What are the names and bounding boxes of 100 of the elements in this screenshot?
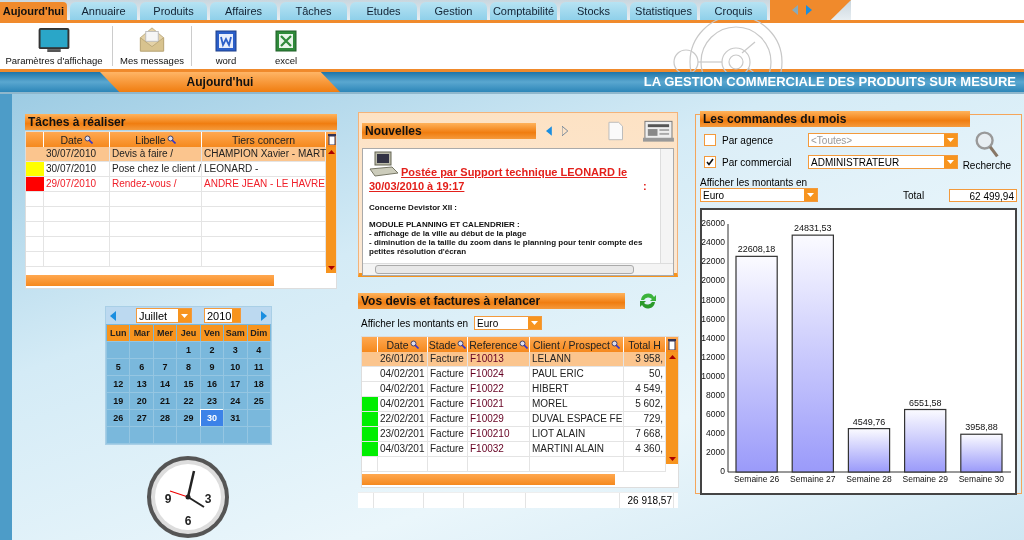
table-row[interactable]: 04/03/201 Facture F10032 MARTINI ALAIN 4 360, (362, 442, 666, 457)
previous-arrow-icon[interactable] (546, 126, 552, 136)
currency-select[interactable]: Euro (700, 188, 818, 202)
tick-label: 8000 (706, 389, 725, 400)
search-icon[interactable] (166, 135, 176, 144)
scrollbar[interactable] (363, 263, 673, 275)
search-icon[interactable] (518, 340, 528, 349)
field-label: Afficher les montants en (700, 177, 809, 188)
panel-title: Vos devis et factures à relancer (358, 293, 625, 309)
dropdown-arrow-icon[interactable] (531, 321, 539, 325)
scroll-up-icon[interactable] (327, 150, 335, 154)
document-icon[interactable] (607, 121, 624, 141)
table-cell: 30/07/2010 (44, 147, 110, 161)
tab[interactable]: Tâches (280, 2, 347, 20)
tab[interactable]: Etudes (350, 2, 417, 20)
table-row[interactable]: 26/01/201 Facture F10013 LELANN 3 958, (362, 352, 666, 367)
table-row[interactable]: 04/02/201 Facture F10021 MOREL 5 602, (362, 397, 666, 412)
panel-title: Tâches à réaliser (25, 114, 337, 130)
news-headline: Postée par Support technique LEONARD le 30/03/2010 à 19:17 : (369, 165, 648, 193)
table-row[interactable]: 29/07/2010 Rendez-vous / ANDRE JEAN - LE HAVRE (26, 177, 326, 192)
table-cell: 04/02/201 (378, 367, 428, 381)
panel-title: Les commandes du mois (700, 111, 970, 127)
refresh-icon[interactable] (638, 292, 658, 310)
section-tab[interactable]: Aujourd'hui (100, 72, 340, 92)
table-row[interactable]: 30/07/2010 Pose chez le client / LEONARD - (26, 162, 326, 177)
axis-label: Semaine 28 (846, 474, 892, 484)
checkbox-label: Par agence (722, 134, 775, 146)
news-link[interactable]: Postée par Support technique LEONARD le 30/03/2010 à 19:17 (369, 165, 640, 193)
table-row[interactable]: 23/02/201 Facture F100210 LIOT ALAIN 7 668, (362, 427, 666, 442)
panel-title: Nouvelles (362, 123, 537, 139)
magnifier-icon[interactable] (974, 131, 999, 158)
tab[interactable]: Comptabilité (490, 2, 557, 20)
toolbar-button[interactable]: Mes messages (117, 23, 187, 69)
table-cell: F10021 (468, 397, 530, 411)
table-row[interactable]: 22/02/201 Facture F10029 DUVAL ESPACE FE 729, (362, 412, 666, 427)
table-row[interactable]: 04/02/201 Facture F10024 PAUL ERIC 50, (362, 367, 666, 382)
table-row[interactable]: 04/02/201 Facture F10022 HIBERT 4 549, (362, 382, 666, 397)
table-cell: LIOT ALAIN (530, 427, 624, 441)
search-icon[interactable] (457, 340, 467, 349)
year-spinner[interactable]: 2010 (204, 308, 241, 323)
month-select[interactable]: Juillet (136, 308, 192, 323)
tick-label: 18000 (702, 294, 725, 305)
tab[interactable]: Affaires (210, 2, 277, 20)
tab[interactable]: Aujourd'hui (0, 2, 67, 20)
data-label: 6551,58 (908, 397, 942, 408)
next-arrow-icon[interactable] (806, 5, 812, 15)
dropdown-arrow-icon[interactable] (807, 193, 814, 197)
table-cell: Facture (428, 382, 468, 396)
news-text: - affichage de la ville au début de la plage (369, 229, 528, 238)
search-button[interactable]: Recherche (962, 131, 1011, 171)
weekday-label: Mer (153, 325, 177, 341)
dropdown-arrow-icon[interactable] (947, 160, 954, 164)
envelope-icon (137, 27, 167, 52)
tab[interactable]: Gestion (420, 2, 487, 20)
table-cell: Facture (428, 427, 468, 441)
table-cell: 26 918,57 (620, 493, 674, 508)
total-label: Total (903, 189, 925, 201)
dropdown-arrow-icon[interactable] (181, 313, 188, 318)
tab[interactable]: Croquis (700, 2, 767, 20)
search-icon[interactable] (409, 340, 419, 349)
toolbar-button[interactable]: word (196, 23, 256, 69)
previous-arrow-icon[interactable] (110, 310, 116, 321)
search-icon[interactable] (83, 135, 93, 144)
tick-label: 26000 (702, 218, 725, 229)
tab[interactable]: Produits (140, 2, 207, 20)
search-icon[interactable] (611, 340, 620, 349)
scroll-up-icon[interactable] (668, 355, 676, 359)
calendar-day[interactable]: 30 (200, 410, 224, 426)
scrollbar[interactable] (326, 147, 336, 273)
monitor-icon (37, 27, 71, 52)
currency-select[interactable]: Euro (474, 316, 543, 330)
scroll-down-icon[interactable] (327, 266, 335, 270)
delete-icon[interactable] (668, 339, 676, 350)
tab[interactable]: Statistiques (630, 2, 697, 20)
data-label: 22608,18 (737, 244, 776, 255)
next-arrow-icon[interactable] (261, 310, 267, 321)
delete-icon[interactable] (328, 134, 336, 145)
table-cell: 22/02/201 (378, 412, 428, 426)
weekday-label: Jeu (177, 325, 200, 341)
scroll-down-icon[interactable] (668, 457, 676, 461)
table-cell: Facture (428, 412, 468, 426)
toolbar-button[interactable]: Paramètres d'affichage (0, 23, 108, 69)
axis-label: Semaine 26 (733, 474, 780, 484)
data-label: 24831,53 (794, 223, 832, 234)
axis-label: Semaine 29 (902, 474, 948, 484)
select-field[interactable]: ADMINISTRATEUR (808, 155, 958, 169)
tick-label: 2000 (706, 447, 725, 458)
checkbox[interactable] (704, 156, 716, 168)
weekday-label: Ven (200, 325, 224, 341)
tab[interactable]: Stocks (560, 2, 627, 20)
scrollbar[interactable] (666, 352, 678, 464)
newspaper-icon[interactable] (643, 120, 674, 142)
computer-icon (369, 151, 399, 177)
tick-label: 12000 (702, 351, 725, 362)
weekday-label: Lun (107, 325, 130, 341)
toolbar-button[interactable]: excel (256, 23, 316, 69)
next-arrow-icon[interactable] (561, 126, 568, 136)
tab[interactable]: Annuaire (70, 2, 137, 20)
table-cell: DUVAL ESPACE FE (530, 412, 624, 426)
scrollbar[interactable] (660, 149, 673, 263)
